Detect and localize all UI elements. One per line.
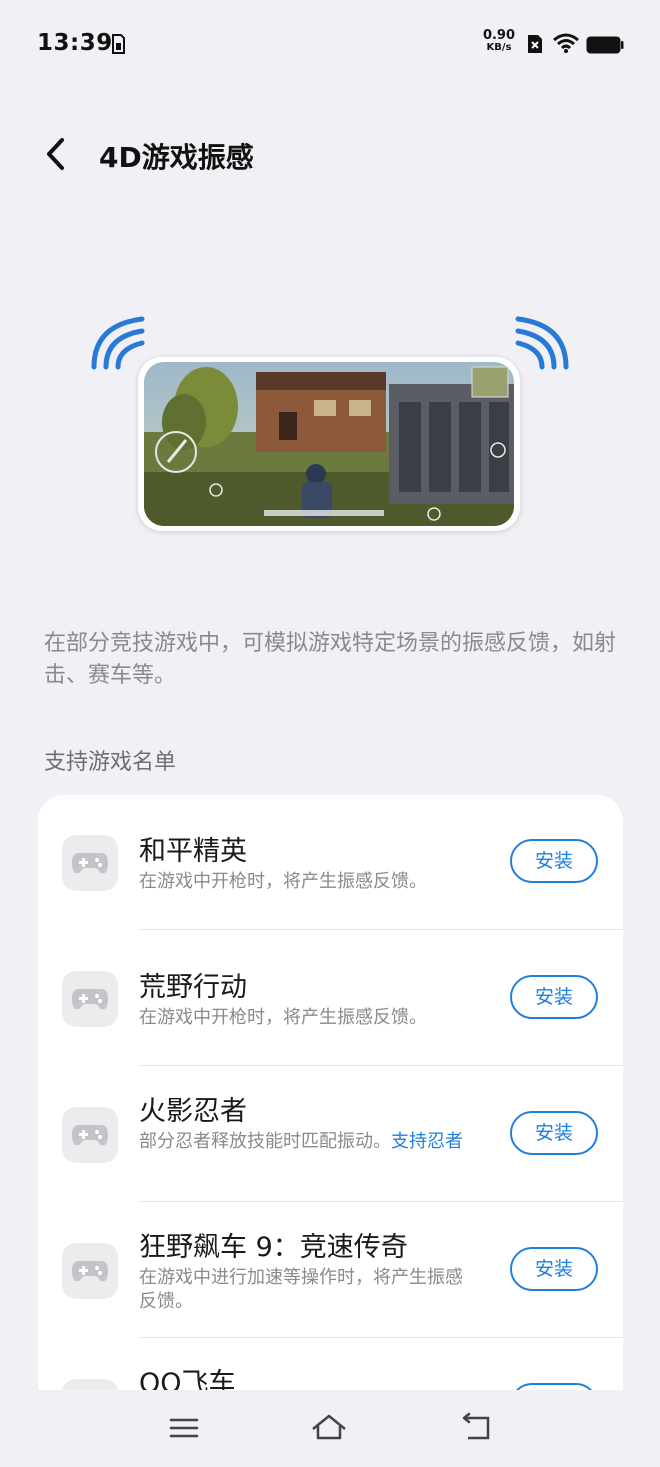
game-description-text: 在游戏中进行加速等操作时，将产生振感反馈。 [139, 1267, 463, 1312]
network-speed-unit: KB/s [486, 42, 512, 53]
phone-frame [138, 357, 520, 531]
section-title: 支持游戏名单 [44, 750, 177, 775]
install-button[interactable]: 安装 [510, 975, 598, 1019]
network-speed: 0.90 KB/s [481, 28, 517, 54]
divider [139, 1337, 623, 1338]
divider [139, 929, 623, 930]
list-item: 和平精英 在游戏中开枪时，将产生振感反馈。 安装 [38, 795, 623, 931]
vibration-waves-left-icon [91, 316, 145, 370]
feature-description: 在部分竞技游戏中，可模拟游戏特定场景的振感反馈，如射击、赛车等。 [44, 631, 617, 688]
menu-icon[interactable] [168, 1412, 200, 1444]
divider [139, 1065, 623, 1066]
game-description-text: 部分忍者释放技能时匹配振动。 [139, 1131, 391, 1152]
vibration-waves-right-icon [515, 316, 569, 370]
game-description: 在游戏中开枪时，将产生振感反馈。 [139, 1006, 469, 1030]
list-item: 荒野行动 在游戏中开枪时，将产生振感反馈。 安装 [38, 931, 623, 1067]
gamepad-icon [62, 1243, 118, 1299]
list-item: 火影忍者 部分忍者释放技能时匹配振动。支持忍者 安装 [38, 1067, 623, 1203]
install-button[interactable]: 安装 [510, 1111, 598, 1155]
game-name: 和平精英 [139, 836, 247, 867]
navigation-bar [0, 1390, 660, 1467]
game-name: 火影忍者 [139, 1096, 247, 1127]
gamepad-icon [62, 835, 118, 891]
game-name: 荒野行动 [139, 972, 247, 1003]
page-title: 4D游戏振感 [99, 141, 254, 174]
gamepad-icon [62, 1107, 118, 1163]
list-item: 狂野飙车 9：竞速传奇 在游戏中进行加速等操作时，将产生振感反馈。 安装 [38, 1203, 623, 1339]
game-screenshot [144, 362, 514, 526]
game-description: 在游戏中开枪时，将产生振感反馈。 [139, 870, 469, 894]
vibration-illustration [90, 315, 570, 540]
game-description-text: 在游戏中开枪时，将产生振感反馈。 [139, 871, 427, 892]
no-sim-icon [528, 35, 542, 53]
install-button[interactable]: 安装 [510, 839, 598, 883]
divider [139, 1201, 623, 1202]
game-description-link[interactable]: 支持忍者 [391, 1131, 463, 1152]
battery-icon [586, 36, 624, 54]
game-description: 在游戏中进行加速等操作时，将产生振感反馈。 [139, 1266, 469, 1314]
game-name: 狂野飙车 9：竞速传奇 [139, 1232, 408, 1263]
network-speed-value: 0.90 [482, 28, 516, 43]
supported-games-list: 和平精英 在游戏中开枪时，将产生振感反馈。 安装 荒野行动 在游戏中开枪时，将产… [38, 795, 623, 1415]
wifi-icon [553, 33, 579, 53]
status-time: 13:39 [37, 30, 113, 56]
sim-card-icon [112, 34, 125, 54]
back-arrow-icon[interactable] [460, 1412, 494, 1444]
status-bar: 13:39 0.90 KB/s [0, 0, 660, 90]
game-description-text: 在游戏中开枪时，将产生振感反馈。 [139, 1007, 427, 1028]
gamepad-icon [62, 971, 118, 1027]
home-icon[interactable] [310, 1412, 348, 1444]
game-description: 部分忍者释放技能时匹配振动。支持忍者 [139, 1130, 469, 1154]
install-button[interactable]: 安装 [510, 1247, 598, 1291]
back-chevron-icon[interactable] [40, 134, 76, 174]
